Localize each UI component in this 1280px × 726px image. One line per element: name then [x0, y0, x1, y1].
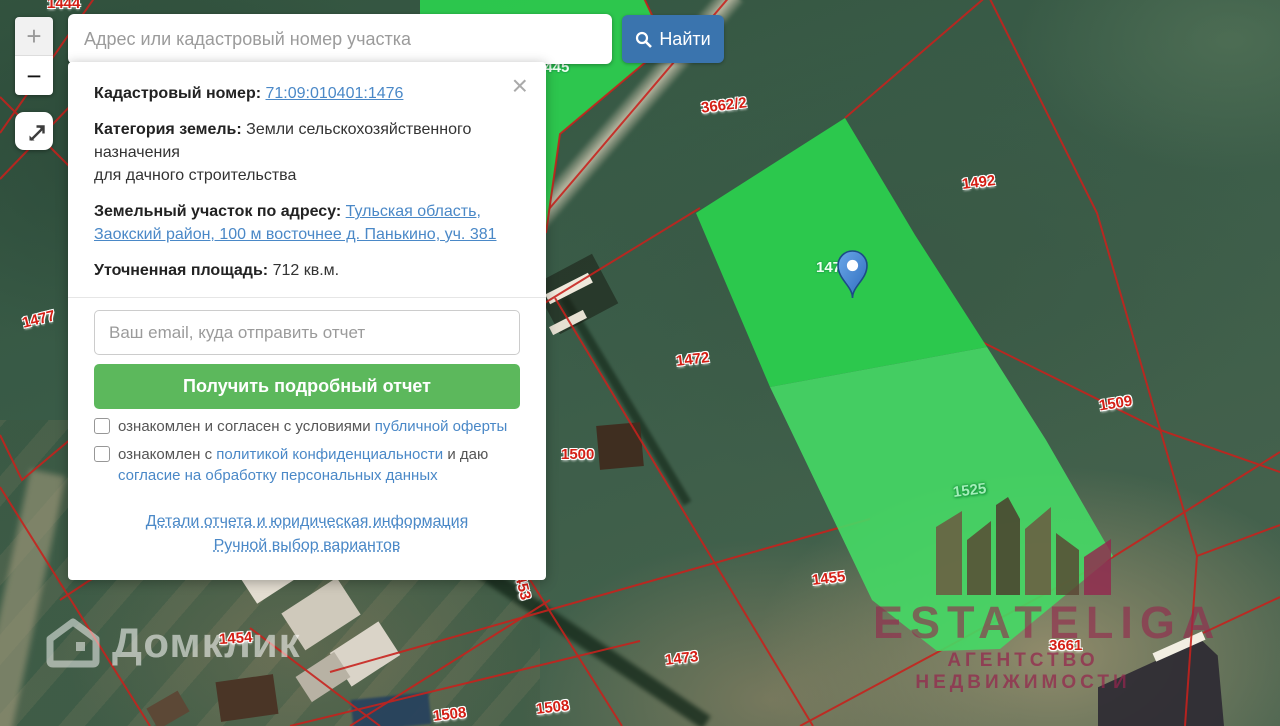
- report-details-link[interactable]: Детали отчета и юридическая информация: [146, 510, 469, 534]
- cadastral-number-row: Кадастровый номер: 71:09:010401:1476: [94, 82, 520, 105]
- privacy-checkbox[interactable]: [94, 446, 110, 462]
- card-footer-links: Детали отчета и юридическая информация Р…: [94, 510, 520, 558]
- land-purpose-value: для дачного строительства: [94, 167, 297, 184]
- get-report-button[interactable]: Получить подробный отчет: [94, 364, 520, 409]
- parcel-label-3661: 3661: [1049, 637, 1083, 654]
- privacy-consent-middle: и даю: [447, 446, 489, 463]
- personal-data-link[interactable]: согласие на обработку персональных данны…: [118, 467, 438, 484]
- offer-consent-text: ознакомлен и согласен с условиями публич…: [118, 416, 507, 437]
- zoom-out-button[interactable]: −: [15, 56, 53, 95]
- privacy-consent-prefix: ознакомлен с: [118, 446, 213, 463]
- close-icon[interactable]: ×: [508, 72, 532, 100]
- privacy-consent-row: ознакомлен с политикой конфиденциальност…: [94, 444, 520, 486]
- search-button-label: Найти: [659, 28, 711, 49]
- agency-subtitle: АГЕНТСТВО НЕДВИЖИМОСТИ: [915, 650, 1131, 693]
- area-row: Уточненная площадь: 712 кв.м.: [94, 259, 520, 282]
- area-label: Уточненная площадь:: [94, 262, 269, 279]
- map-viewport[interactable]: Домклик ESTATELIGA АГЕНТСТВО НЕДВИЖИМОСТ…: [0, 0, 1280, 726]
- email-input[interactable]: [94, 310, 520, 355]
- divider: [68, 297, 546, 298]
- domclick-watermark: Домклик: [46, 616, 301, 670]
- cadastral-number-label: Кадастровый номер:: [94, 85, 262, 102]
- zoom-in-button[interactable]: +: [15, 17, 53, 56]
- manual-select-link[interactable]: Ручной выбор вариантов: [214, 534, 401, 558]
- parcel-label-1444: 1444: [47, 0, 81, 12]
- zoom-controls: + −: [15, 17, 53, 95]
- estateliga-logo-icon: [935, 497, 1111, 595]
- parcel-label-1500: 1500: [561, 446, 595, 463]
- address-label: Земельный участок по адресу:: [94, 203, 342, 220]
- search-input[interactable]: [68, 14, 612, 64]
- area-value: 712 кв.м.: [272, 262, 340, 279]
- address-row: Земельный участок по адресу: Тульская об…: [94, 200, 520, 246]
- public-offer-link[interactable]: публичной оферты: [375, 418, 508, 435]
- cadastral-number-link[interactable]: 71:09:010401:1476: [266, 85, 404, 102]
- parcel-label-1454: 1454: [218, 628, 253, 649]
- privacy-consent-text: ознакомлен с политикой конфиденциальност…: [118, 444, 520, 486]
- land-category-label: Категория земель:: [94, 121, 242, 138]
- parcel-info-card: × Кадастровый номер: 71:09:010401:1476 К…: [68, 62, 546, 580]
- offer-consent-row: ознакомлен и согласен с условиями публич…: [94, 416, 520, 437]
- agency-watermark: ESTATELIGA АГЕНТСТВО НЕДВИЖИМОСТИ: [873, 495, 1222, 694]
- domclick-house-icon: [46, 618, 100, 668]
- map-pin[interactable]: [836, 250, 869, 300]
- agency-name: ESTATELIGA: [873, 597, 1222, 648]
- offer-checkbox[interactable]: [94, 418, 110, 434]
- expand-icon: [29, 125, 45, 141]
- domclick-watermark-text: Домклик: [112, 619, 301, 666]
- fullscreen-button[interactable]: [15, 112, 53, 150]
- search-icon: [636, 31, 653, 48]
- privacy-policy-link[interactable]: политикой конфиденциальности: [216, 446, 443, 463]
- offer-consent-prefix: ознакомлен и согласен с условиями: [118, 418, 371, 435]
- land-category-row: Категория земель: Земли сельскохозяйстве…: [94, 118, 520, 187]
- search-button[interactable]: Найти: [622, 15, 724, 63]
